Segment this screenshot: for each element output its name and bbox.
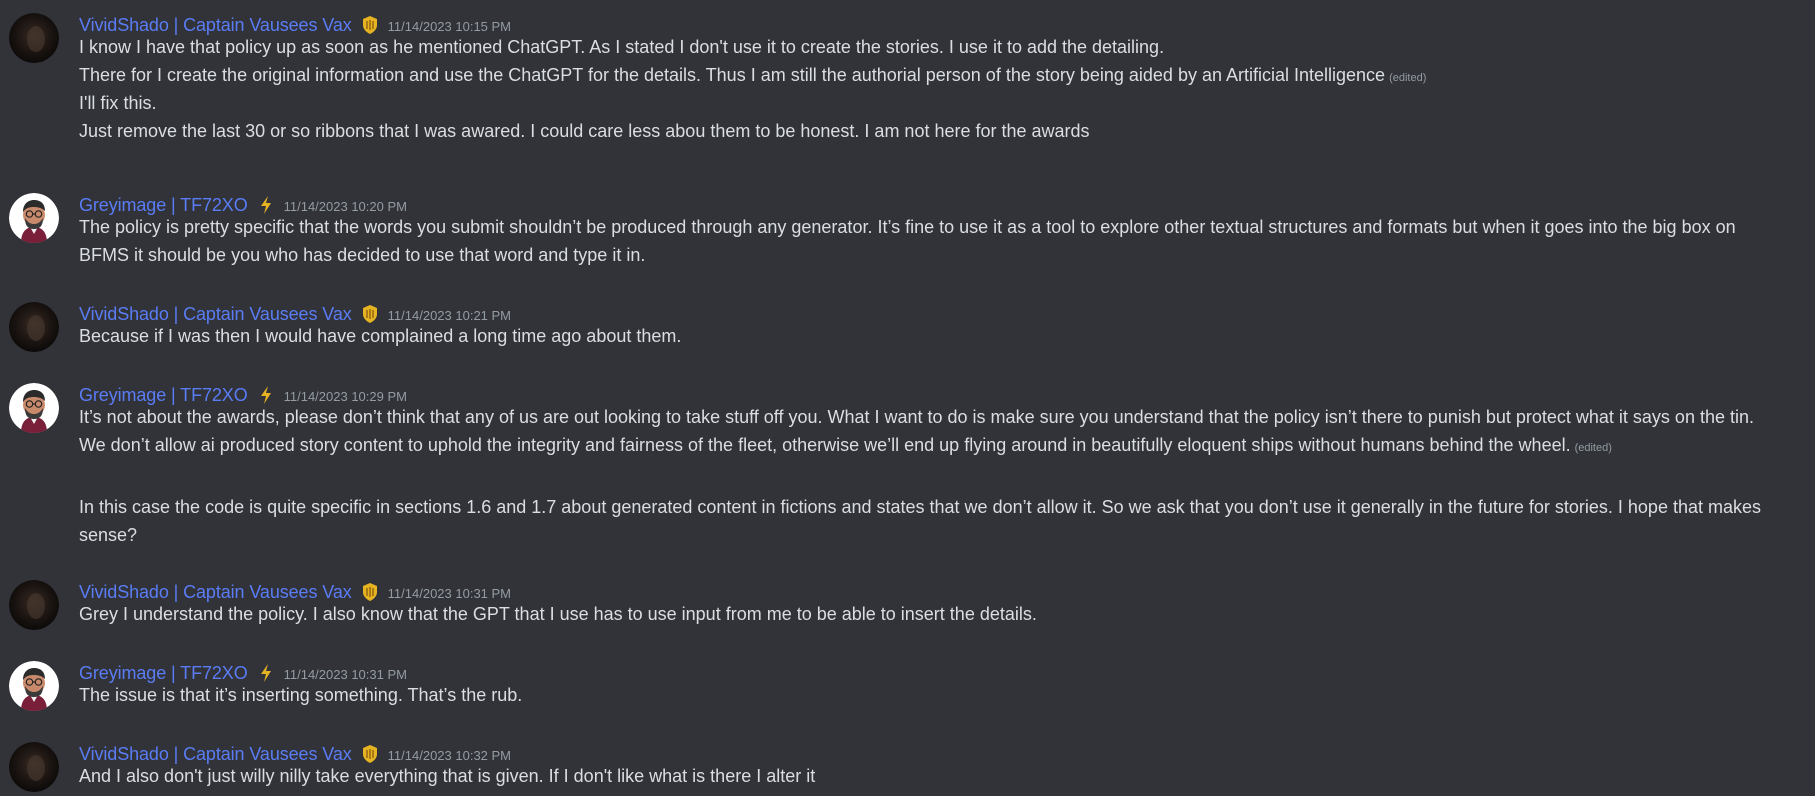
timestamp[interactable]: 11/14/2023 10:32 PM bbox=[388, 746, 511, 763]
timestamp[interactable]: 11/14/2023 10:31 PM bbox=[284, 665, 407, 682]
lightning-icon[interactable] bbox=[257, 385, 275, 405]
message-text: Just remove the last 30 or so ribbons th… bbox=[79, 121, 1090, 141]
shield-lyre-icon[interactable] bbox=[361, 304, 379, 324]
avatar-vivid[interactable] bbox=[9, 742, 59, 792]
timestamp[interactable]: 11/14/2023 10:21 PM bbox=[388, 306, 511, 323]
message-text: I know I have that policy up as soon as … bbox=[79, 37, 1165, 57]
message-text: In this case the code is quite specific … bbox=[79, 497, 1761, 545]
message-text: The policy is pretty specific that the w… bbox=[79, 217, 1736, 265]
shield-lyre-icon[interactable] bbox=[361, 582, 379, 602]
avatar-vivid[interactable] bbox=[9, 302, 59, 352]
avatar-grey[interactable] bbox=[9, 383, 59, 433]
lightning-icon[interactable] bbox=[257, 195, 275, 215]
avatar-grey[interactable] bbox=[9, 661, 59, 711]
message-text: I'll fix this. bbox=[79, 93, 157, 113]
timestamp[interactable]: 11/14/2023 10:15 PM bbox=[388, 17, 511, 34]
edited-label: (edited) bbox=[1574, 442, 1612, 454]
message-text: Grey I understand the policy. I also kno… bbox=[79, 604, 1037, 624]
message-text: There for I create the original informat… bbox=[79, 65, 1427, 85]
chat-messages: VividShado | Captain Vausees Vax 11/14/2… bbox=[0, 0, 1815, 796]
message-text: It’s not about the awards, please don’t … bbox=[79, 407, 1754, 455]
timestamp[interactable]: 11/14/2023 10:20 PM bbox=[284, 197, 407, 214]
shield-lyre-icon[interactable] bbox=[361, 744, 379, 764]
lightning-icon[interactable] bbox=[257, 663, 275, 683]
avatar-vivid[interactable] bbox=[9, 13, 59, 63]
message-text: And I also don't just willy nilly take e… bbox=[79, 766, 816, 786]
timestamp[interactable]: 11/14/2023 10:31 PM bbox=[388, 584, 511, 601]
shield-lyre-icon[interactable] bbox=[361, 15, 379, 35]
message-text: Because if I was then I would have compl… bbox=[79, 326, 682, 346]
timestamp[interactable]: 11/14/2023 10:29 PM bbox=[284, 387, 407, 404]
edited-label: (edited) bbox=[1389, 72, 1427, 84]
avatar-vivid[interactable] bbox=[9, 580, 59, 630]
message-text: The issue is that it’s inserting somethi… bbox=[79, 685, 523, 705]
avatar-grey[interactable] bbox=[9, 193, 59, 243]
